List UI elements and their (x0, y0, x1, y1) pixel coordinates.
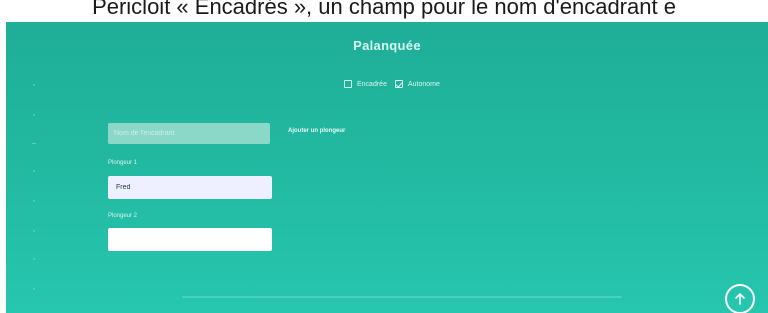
diver-1-label: Plongeur 1 (108, 160, 138, 166)
option-encadree-label: Encadrée (357, 80, 387, 88)
option-autonome-label: Autonome (407, 80, 440, 88)
diver-1-input[interactable] (108, 176, 272, 199)
option-encadree[interactable]: Encadrée (344, 80, 387, 88)
sidebar-item[interactable]: ◦ (30, 286, 38, 293)
group-type-options: Encadrée Autonome (344, 80, 448, 88)
page-caption: Pericloit « Encadrés », un champ pour le… (92, 0, 676, 19)
checkbox-encadree[interactable] (344, 80, 352, 88)
diver-2-input[interactable] (108, 228, 272, 251)
scroll-top-button[interactable] (725, 284, 755, 313)
sidebar-item[interactable]: – (30, 140, 38, 147)
sidebar-item[interactable]: ◦ (30, 112, 38, 119)
sidebar-item[interactable]: ◦ (30, 256, 38, 263)
page-title: Palanquée (353, 38, 421, 53)
checkbox-autonome[interactable] (394, 80, 403, 88)
sidebar-item[interactable]: ◦ (30, 198, 38, 205)
diver-2-label: Plongeur 2 (108, 213, 138, 219)
bottom-divider (182, 296, 622, 298)
sidebar-item[interactable]: ◦ (30, 82, 38, 89)
sidebar-item[interactable]: ◦ (30, 168, 38, 175)
arrow-up-icon (735, 293, 745, 305)
option-autonome[interactable]: Autonome (394, 80, 440, 88)
guide-name-input[interactable] (108, 123, 270, 144)
sidebar-item[interactable]: ◦ (30, 228, 38, 235)
add-diver-button[interactable]: Ajouter un plongeur (288, 128, 345, 134)
dive-group-form: Palanquée Encadrée Autonome ◦ ◦ – ◦ ◦ ◦ … (6, 22, 768, 313)
